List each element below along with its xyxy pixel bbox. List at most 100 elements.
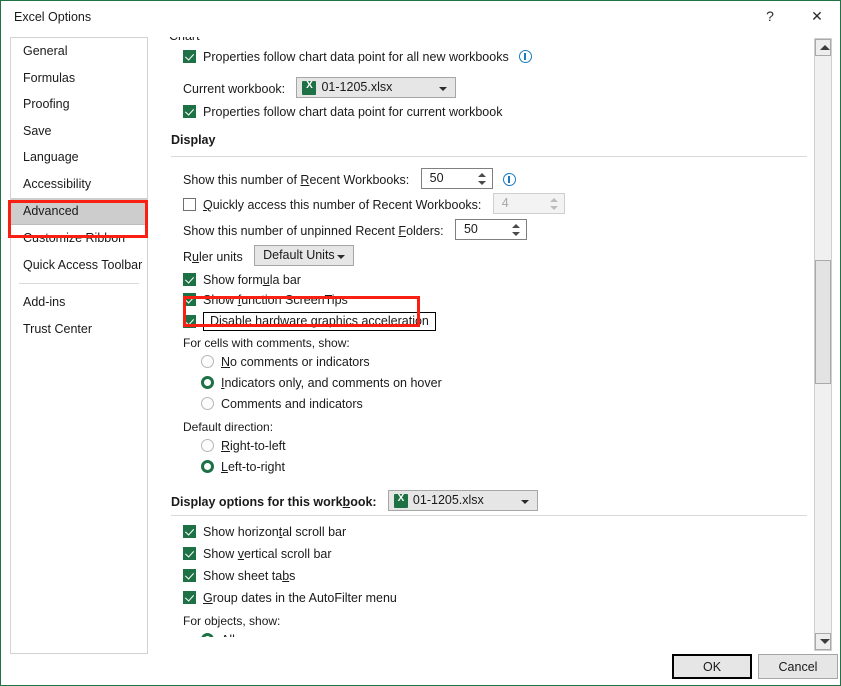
sidebar-item-label: Add-ins xyxy=(23,295,66,310)
sidebar-item-customize-ribbon[interactable]: Customize Ribbon xyxy=(11,225,147,252)
page-title: Excel Options xyxy=(14,10,92,24)
objects-option-all-label: All xyxy=(221,633,235,637)
direction-group-label: Default direction: xyxy=(183,420,274,434)
checkbox-icon xyxy=(183,105,196,118)
sidebar-item-label: General xyxy=(23,44,68,58)
workbook-display-section-row: Display options for this workbook: 01-12… xyxy=(171,490,538,511)
sidebar-item-trust-center[interactable]: Trust Center xyxy=(11,316,147,343)
sidebar-item-general[interactable]: General xyxy=(11,38,147,65)
unpinned-folders-value: 50 xyxy=(463,222,478,236)
checkbox-icon xyxy=(183,50,196,63)
chart-current-workbook-label: Properties follow chart data point for c… xyxy=(203,105,503,119)
unpinned-folders-label: Show this number of unpinned Recent Fold… xyxy=(183,224,444,238)
sidebar-item-label: Save xyxy=(23,123,52,138)
show-formula-bar-checkbox[interactable]: Show formula bar xyxy=(183,273,301,287)
info-icon[interactable] xyxy=(502,173,516,186)
sidebar-item-label: Trust Center xyxy=(23,321,93,336)
ruler-units-row: Ruler units Default Units xyxy=(183,245,355,266)
scroll-up-icon[interactable] xyxy=(815,39,831,56)
comments-group-label: For cells with comments, show: xyxy=(183,336,350,350)
show-vertical-scroll-bar-checkbox[interactable]: Show vertical scroll bar xyxy=(183,547,332,561)
checkbox-icon xyxy=(183,525,196,538)
stepper-arrows-icon[interactable] xyxy=(511,221,522,239)
radio-icon xyxy=(201,397,214,410)
ok-button[interactable]: OK xyxy=(672,654,752,679)
ruler-units-label: Ruler units xyxy=(183,250,243,264)
objects-group-label: For objects, show: xyxy=(183,614,281,628)
close-icon[interactable]: ✕ xyxy=(794,1,840,31)
section-divider xyxy=(171,515,807,516)
comments-option-comments-indicators-label: Comments and indicators xyxy=(221,397,363,411)
sidebar-item-save[interactable]: Save xyxy=(11,118,147,145)
direction-option-rtl[interactable]: Right-to-left xyxy=(201,439,286,453)
checkbox-icon xyxy=(183,569,196,582)
objects-option-all[interactable]: All xyxy=(201,633,235,637)
sidebar-item-label: Formulas xyxy=(23,70,76,85)
direction-option-ltr-label: Left-to-right xyxy=(221,460,285,474)
title-bar: Excel Options ? ✕ xyxy=(1,1,840,35)
show-formula-bar-label: Show formula bar xyxy=(203,273,301,287)
checkbox-icon xyxy=(183,315,196,328)
cancel-button[interactable]: Cancel xyxy=(758,654,838,679)
ruler-units-value: Default Units xyxy=(263,248,335,262)
comments-option-none[interactable]: No comments or indicators xyxy=(201,355,370,369)
scroll-down-icon[interactable] xyxy=(815,633,831,650)
excel-file-icon xyxy=(302,80,317,95)
workbook-display-value: 01-1205.xlsx xyxy=(412,493,484,507)
direction-option-ltr[interactable]: Left-to-right xyxy=(201,460,285,474)
quick-access-workbooks-label: Quickly access this number of Recent Wor… xyxy=(203,198,482,212)
checkbox-icon xyxy=(183,198,196,211)
excel-file-icon xyxy=(393,493,408,508)
checkbox-icon xyxy=(183,547,196,560)
sidebar-item-label: Language xyxy=(23,150,79,165)
sidebar-item-formulas[interactable]: Formulas xyxy=(11,65,147,92)
stepper-arrows-icon[interactable] xyxy=(477,170,488,188)
show-sheet-tabs-checkbox[interactable]: Show sheet tabs xyxy=(183,569,295,583)
sidebar-item-label: Proofing xyxy=(23,97,70,112)
sidebar-item-accessibility[interactable]: Accessibility xyxy=(11,171,147,198)
comments-option-comments-indicators[interactable]: Comments and indicators xyxy=(201,397,363,411)
comments-option-indicators-hover[interactable]: Indicators only, and comments on hover xyxy=(201,376,442,390)
direction-option-rtl-label: Right-to-left xyxy=(221,439,286,453)
info-icon[interactable] xyxy=(519,50,533,63)
recent-workbooks-stepper[interactable]: 50 xyxy=(420,168,493,189)
chart-current-workbook-checkbox[interactable]: Properties follow chart data point for c… xyxy=(183,105,502,119)
unpinned-folders-row: Show this number of unpinned Recent Fold… xyxy=(183,219,527,240)
group-dates-autofilter-checkbox[interactable]: Group dates in the AutoFilter menu xyxy=(183,591,397,605)
sidebar-item-proofing[interactable]: Proofing xyxy=(11,91,147,118)
show-horizontal-scroll-bar-checkbox[interactable]: Show horizontal scroll bar xyxy=(183,525,346,539)
ruler-units-dropdown[interactable]: Default Units xyxy=(254,245,355,266)
checkbox-icon xyxy=(183,293,196,306)
unpinned-folders-stepper[interactable]: 50 xyxy=(454,219,527,240)
recent-workbooks-row: Show this number of Recent Workbooks: 50 xyxy=(183,168,516,189)
radio-icon xyxy=(201,439,214,452)
quick-access-workbooks-value: 4 xyxy=(501,196,509,210)
comments-option-none-label: No comments or indicators xyxy=(221,355,370,369)
content-scrollbar[interactable] xyxy=(814,38,832,651)
section-divider xyxy=(171,156,807,157)
sidebar-item-quick-access-toolbar[interactable]: Quick Access Toolbar xyxy=(11,252,147,279)
chevron-down-icon xyxy=(439,87,448,91)
focus-rectangle: Disable hardware graphics acceleration xyxy=(203,312,436,331)
chevron-down-icon xyxy=(520,500,529,504)
radio-icon xyxy=(201,355,214,368)
sidebar-divider xyxy=(19,283,139,285)
radio-icon xyxy=(201,633,214,637)
help-icon[interactable]: ? xyxy=(747,1,793,31)
show-sheet-tabs-label: Show sheet tabs xyxy=(203,569,296,583)
current-workbook-dropdown[interactable]: 01-1205.xlsx xyxy=(296,77,457,98)
chart-all-new-workbooks-label: Properties follow chart data point for a… xyxy=(203,50,509,64)
quick-access-workbooks-row[interactable]: Quickly access this number of Recent Wor… xyxy=(183,193,565,214)
display-section-heading: Display xyxy=(171,133,216,147)
excel-options-dialog: Excel Options ? ✕ General Formulas Proof… xyxy=(0,0,841,686)
workbook-display-dropdown[interactable]: 01-1205.xlsx xyxy=(387,490,538,511)
sidebar-item-add-ins[interactable]: Add-ins xyxy=(11,289,147,316)
comments-option-indicators-hover-label: Indicators only, and comments on hover xyxy=(221,376,442,390)
show-screentips-checkbox[interactable]: Show function ScreenTips xyxy=(183,293,348,307)
sidebar-item-advanced[interactable]: Advanced xyxy=(11,197,147,226)
scrollbar-thumb[interactable] xyxy=(815,260,831,384)
options-sidebar: General Formulas Proofing Save Language … xyxy=(10,37,148,654)
checkbox-icon xyxy=(183,273,196,286)
chart-all-new-workbooks-checkbox[interactable]: Properties follow chart data point for a… xyxy=(183,50,533,64)
sidebar-item-language[interactable]: Language xyxy=(11,144,147,171)
